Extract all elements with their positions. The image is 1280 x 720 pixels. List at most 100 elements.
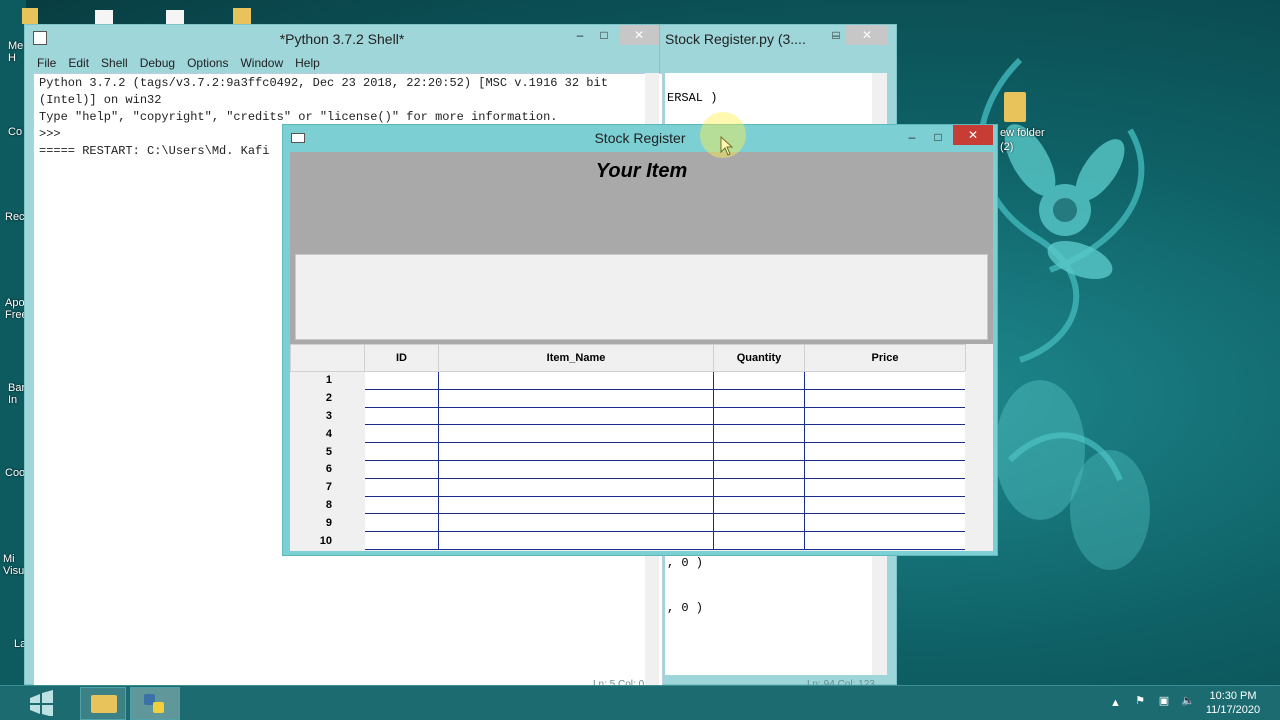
table-right-gutter: [965, 371, 993, 551]
table-cell[interactable]: [364, 531, 439, 550]
table-cell[interactable]: [804, 424, 966, 444]
code-snippet: , 0 ): [667, 556, 704, 570]
table-cell[interactable]: [804, 371, 966, 390]
desktop-file-icon[interactable]: [22, 8, 38, 24]
table-cell[interactable]: [713, 495, 805, 515]
start-button[interactable]: [26, 690, 56, 717]
volume-icon[interactable]: 🔈: [1180, 694, 1196, 710]
table-cell[interactable]: [438, 424, 714, 444]
desktop-label[interactable]: Apo Free: [5, 297, 26, 321]
menu-debug[interactable]: Debug: [136, 53, 183, 73]
table-cell[interactable]: [713, 424, 805, 444]
shell-title: *Python 3.7.2 Shell*: [279, 31, 405, 47]
menu-help[interactable]: Help: [291, 53, 328, 73]
table-cell[interactable]: [713, 477, 805, 497]
show-hidden-icons-button[interactable]: ▲: [1110, 696, 1121, 710]
entry-area[interactable]: [295, 254, 988, 340]
table-cell[interactable]: [713, 442, 805, 461]
table-cell[interactable]: [804, 442, 966, 461]
table-cell[interactable]: [438, 477, 714, 497]
table-cell[interactable]: [438, 459, 714, 479]
column-header-price[interactable]: Price: [804, 344, 966, 372]
minimize-button[interactable]: –: [903, 127, 921, 147]
row-number: 1: [290, 371, 365, 390]
close-button[interactable]: ✕: [846, 25, 888, 45]
table-cell[interactable]: [804, 513, 966, 533]
shell-line: Python 3.7.2 (tags/v3.7.2:9a3ffc0492, De…: [39, 76, 608, 90]
table-cell[interactable]: [804, 477, 966, 497]
table-cell[interactable]: [364, 495, 439, 515]
maximize-button[interactable]: □: [929, 127, 947, 147]
taskbar: ▲ ⚑ ▣ 🔈 10:30 PM 11/17/2020: [0, 685, 1280, 720]
menu-shell[interactable]: Shell: [97, 53, 136, 73]
desktop-folder-label[interactable]: ew folder (2): [1000, 126, 1050, 154]
menu-options[interactable]: Options: [183, 53, 236, 73]
column-header-id[interactable]: ID: [364, 344, 439, 372]
table-cell[interactable]: [364, 513, 439, 533]
code-snippet: , 0 ): [667, 601, 704, 615]
table-cell[interactable]: [713, 371, 805, 390]
folder-icon: [91, 695, 117, 713]
minimize-button[interactable]: –: [571, 25, 589, 45]
taskbar-explorer-button[interactable]: [80, 687, 126, 720]
table-cell[interactable]: [804, 459, 966, 479]
taskbar-python-button[interactable]: [130, 687, 180, 720]
menu-edit[interactable]: Edit: [64, 53, 97, 73]
table-cell[interactable]: [438, 406, 714, 426]
desktop-label[interactable]: Mi Visu: [3, 553, 26, 577]
table-cell[interactable]: [804, 406, 966, 426]
table-cell[interactable]: [364, 371, 439, 390]
table-cell[interactable]: [438, 371, 714, 390]
folder-icon[interactable]: [1004, 92, 1026, 122]
table-cell[interactable]: [804, 531, 966, 550]
desktop-file-icon[interactable]: [166, 10, 184, 24]
stock-register-title: Stock Register: [594, 130, 686, 146]
shell-line: (Intel)] on win32: [39, 93, 162, 107]
table-cell[interactable]: [713, 406, 805, 426]
table-cell[interactable]: [364, 388, 439, 408]
desktop-file-icon[interactable]: [95, 10, 113, 24]
maximize-button[interactable]: □: [825, 25, 847, 45]
row-number: 2: [290, 388, 365, 408]
menu-window[interactable]: Window: [236, 53, 291, 73]
row-number: 9: [290, 513, 365, 533]
table-cell[interactable]: [713, 531, 805, 550]
table-cell[interactable]: [438, 531, 714, 550]
table-cell[interactable]: [364, 406, 439, 426]
table-cell[interactable]: [364, 442, 439, 461]
heading: Your Item: [595, 160, 688, 182]
row-number: 6: [290, 459, 365, 479]
table-cell[interactable]: [804, 388, 966, 408]
table-cell[interactable]: [713, 388, 805, 408]
network-icon[interactable]: ▣: [1156, 694, 1172, 710]
menu-file[interactable]: File: [33, 53, 64, 73]
table-row: 4: [290, 424, 966, 444]
row-number: 8: [290, 495, 365, 515]
table-cell[interactable]: [364, 477, 439, 497]
clock-time: 10:30 PM: [1209, 690, 1257, 702]
desktop-label[interactable]: Rec: [5, 211, 26, 223]
table-cell[interactable]: [438, 495, 714, 515]
table-row: 5: [290, 442, 966, 461]
column-header-item-name[interactable]: Item_Name: [438, 344, 714, 372]
table-cell[interactable]: [713, 459, 805, 479]
desktop-label[interactable]: Coo: [5, 467, 26, 479]
table-cell[interactable]: [438, 442, 714, 461]
editor-title: Stock Register.py (3....: [665, 31, 806, 47]
desktop-icon-column: [0, 0, 26, 685]
column-header-quantity[interactable]: Quantity: [713, 344, 805, 372]
table-cell[interactable]: [438, 513, 714, 533]
table-cell[interactable]: [804, 495, 966, 515]
clock[interactable]: 10:30 PM 11/17/2020: [1200, 689, 1266, 717]
action-center-icon[interactable]: ⚑: [1132, 694, 1148, 710]
table-cell[interactable]: [364, 424, 439, 444]
desktop-folder-icon[interactable]: [233, 8, 251, 24]
table-cell[interactable]: [364, 459, 439, 479]
close-button[interactable]: ✕: [619, 25, 659, 45]
close-button[interactable]: ✕: [953, 125, 993, 145]
clock-date: 11/17/2020: [1205, 704, 1261, 716]
table-cell[interactable]: [438, 388, 714, 408]
table-cell[interactable]: [713, 513, 805, 533]
maximize-button[interactable]: □: [595, 25, 613, 45]
stock-register-window[interactable]: Stock Register – □ ✕ Your Item ID Item_N…: [282, 124, 998, 556]
